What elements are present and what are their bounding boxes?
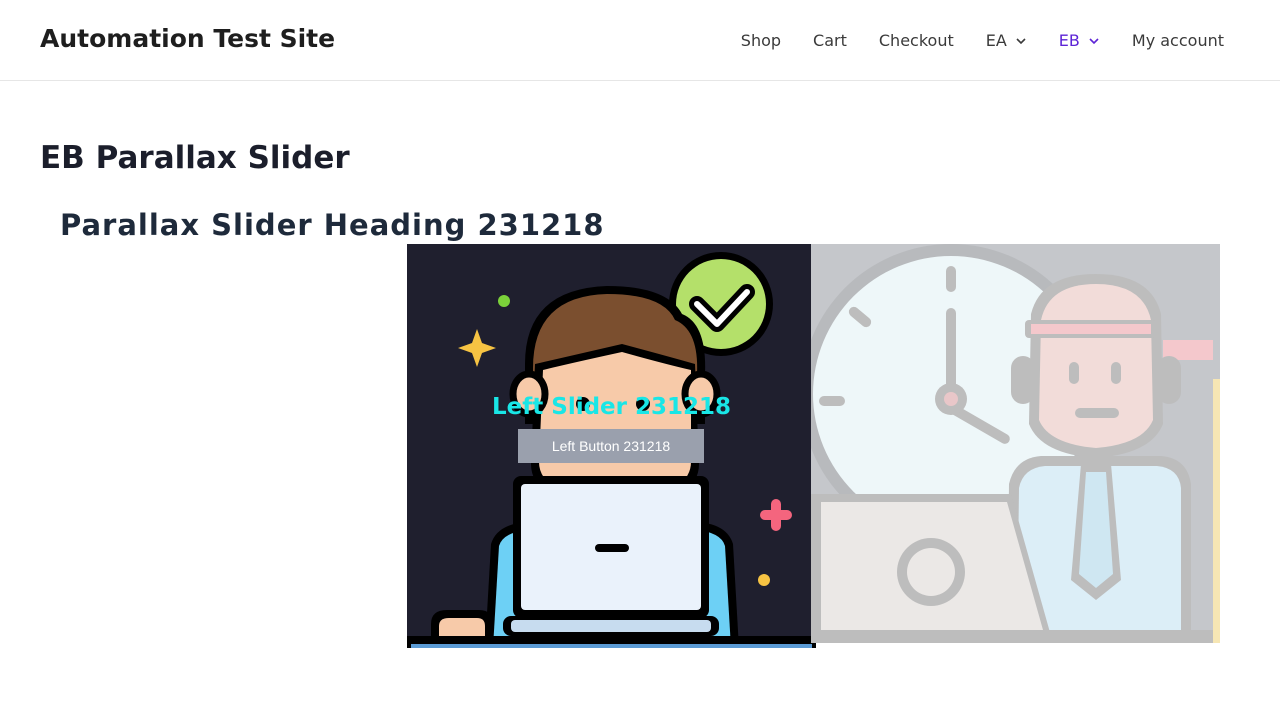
nav-item-label: EA	[985, 31, 1007, 50]
left-slide-caption: Left Slider 231218	[491, 394, 732, 420]
nav-item-label: My account	[1131, 31, 1224, 50]
nav-item-shop[interactable]: Shop	[741, 31, 781, 50]
main-navigation: Shop Cart Checkout EA EB My account	[709, 0, 1224, 81]
nav-item-ea[interactable]: EA	[986, 31, 1027, 50]
clock-office-worker-illustration	[811, 244, 1220, 643]
nav-item-eb[interactable]: EB	[1059, 31, 1100, 50]
site-header: Automation Test Site Shop Cart Checkout …	[0, 0, 1280, 81]
nav-item-label: Checkout	[878, 31, 954, 50]
nav-item-label: EB	[1058, 31, 1080, 50]
left-slide[interactable]: Left Slider 231218 Left Button 231218	[407, 244, 816, 648]
chevron-down-icon	[1016, 37, 1026, 44]
nav-item-label: Cart	[813, 31, 847, 50]
left-slide-button[interactable]: Left Button 231218	[518, 429, 704, 463]
nav-item-label: Shop	[740, 31, 782, 50]
site-title-link[interactable]: Automation Test Site	[40, 24, 335, 53]
chevron-down-icon	[1089, 37, 1099, 44]
nav-item-cart[interactable]: Cart	[813, 31, 847, 50]
nav-item-my-account[interactable]: My account	[1132, 31, 1224, 50]
slider-heading: Parallax Slider Heading 231218	[60, 208, 605, 242]
right-slide[interactable]	[811, 244, 1220, 643]
nav-item-checkout[interactable]: Checkout	[879, 31, 954, 50]
page-title: EB Parallax Slider	[40, 140, 350, 176]
parallax-slider[interactable]: Left Slider 231218 Left Button 231218	[407, 244, 1220, 648]
